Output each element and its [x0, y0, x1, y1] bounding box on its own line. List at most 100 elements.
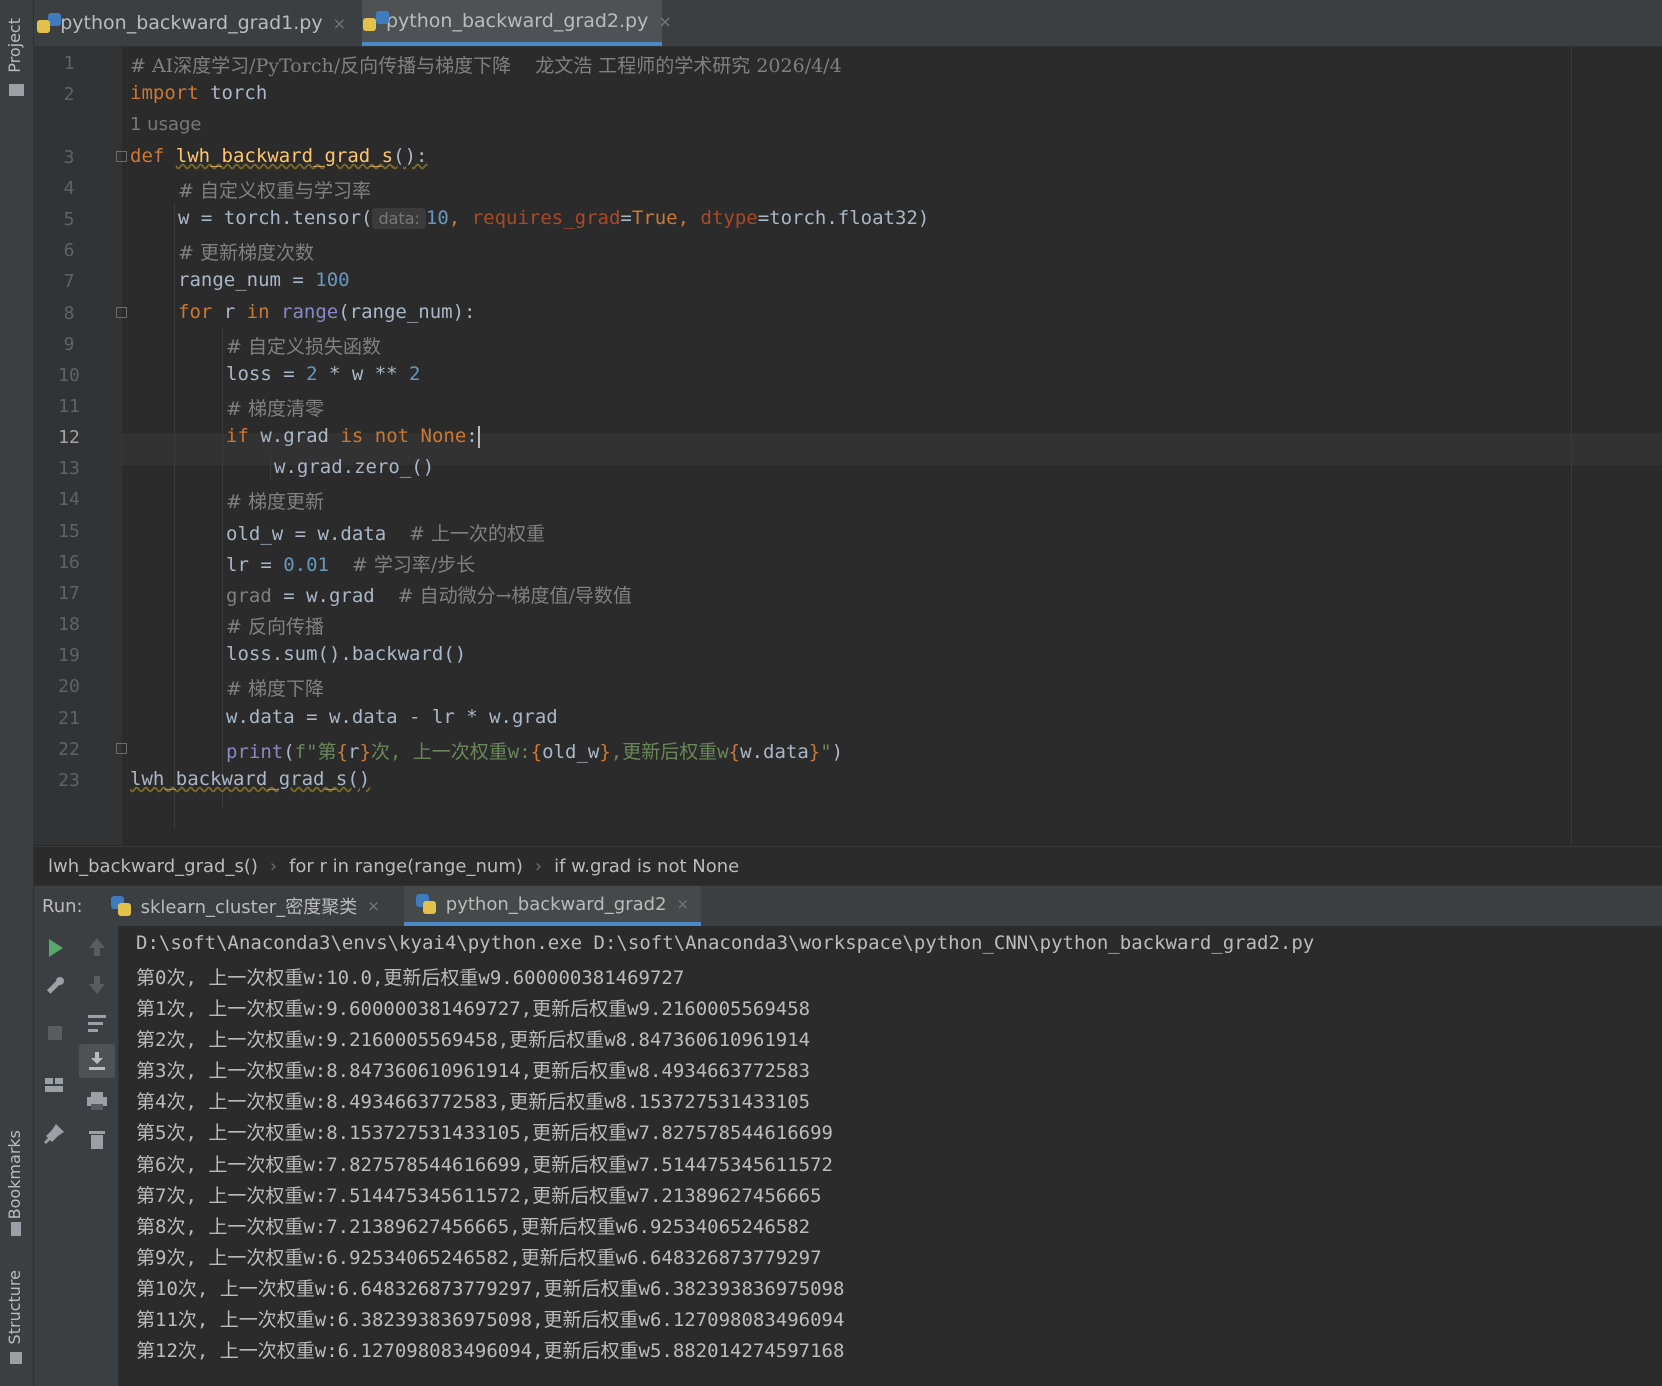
editor-tab-bar: python_backward_grad1.py × python_backwa…: [34, 0, 1662, 47]
code-text: w = torch.tensor(: [178, 207, 373, 229]
punct: ,: [448, 207, 472, 229]
breadcrumb-item[interactable]: lwh_backward_grad_s(): [48, 856, 258, 877]
folder-icon[interactable]: [9, 84, 24, 96]
comment: # 自动微分→梯度值/导数值: [397, 585, 632, 607]
line-number: 19: [58, 645, 80, 666]
line-number: 5: [63, 209, 75, 230]
breadcrumb-item[interactable]: for r in range(range_num): [289, 856, 523, 877]
code-line-12: if w.grad is not None:: [226, 425, 480, 448]
code-line-15: old_w = w.data # 上一次的权重: [226, 519, 545, 546]
line-number: 21: [58, 708, 80, 729]
console-line: 第7次, 上一次权重w:7.514475345611572,更新后权重w7.21…: [136, 1185, 822, 1207]
bookmarks-tool-button[interactable]: Bookmarks: [5, 1130, 24, 1219]
string: 次, 上一次权重w:: [370, 741, 531, 763]
code-editor[interactable]: # AI深度学习/PyTorch/反向传播与梯度下降 龙文浩 工程师的学术研究 …: [116, 47, 1662, 845]
console-line: 第3次, 上一次权重w:8.847360610961914,更新后权重w8.49…: [136, 1060, 811, 1082]
code-text: * w **: [317, 363, 410, 385]
run-tab-python-backward-grad2[interactable]: python_backward_grad2 ×: [403, 886, 702, 926]
fold-marker[interactable]: [116, 151, 127, 162]
close-tab-icon[interactable]: ×: [333, 14, 346, 33]
close-run-tab-icon[interactable]: ×: [677, 895, 690, 913]
line-number-gutter[interactable]: 1 2 3 4 5 6 7 8 9 10 11 12 13 14 15 16 1…: [34, 47, 155, 845]
keyword: in: [246, 301, 270, 323]
close-tab-icon[interactable]: ×: [658, 12, 671, 31]
run-tab-sklearn-cluster[interactable]: sklearn_cluster_密度聚类 ×: [99, 886, 392, 926]
line-number: 1: [63, 53, 75, 74]
python-file-icon: [35, 13, 63, 33]
number: 0.01: [283, 554, 329, 576]
fold-marker[interactable]: [116, 743, 127, 754]
structure-tool-button[interactable]: Structure: [5, 1270, 24, 1344]
param-name: dtype: [700, 207, 758, 229]
project-tool-button[interactable]: Project: [5, 18, 24, 73]
code-line-5: w = torch.tensor(data: 10, requires_grad=…: [178, 207, 929, 229]
keyword: def: [130, 145, 165, 167]
builtin: range: [281, 301, 339, 323]
code-text: =torch.float32): [757, 207, 930, 229]
number: 2: [306, 363, 318, 385]
number: 100: [315, 269, 350, 291]
text-caret: [477, 425, 480, 448]
brace: {: [336, 741, 348, 763]
code-text: w.grad: [248, 425, 341, 447]
code-text: r: [348, 741, 360, 763]
breadcrumb-item[interactable]: if w.grad is not None: [554, 856, 739, 877]
close-run-tab-icon[interactable]: ×: [367, 897, 380, 915]
parameter-hint: data:: [372, 208, 426, 229]
code-text: =: [620, 207, 632, 229]
indent-guide: [222, 329, 223, 807]
code-text: ():: [393, 145, 428, 167]
tab-python-backward-grad1[interactable]: python_backward_grad1.py ×: [34, 0, 346, 46]
down-arrow-icon[interactable]: [76, 972, 118, 998]
line-number: 17: [58, 583, 80, 604]
line-number: 15: [58, 521, 80, 542]
brace: {: [530, 741, 543, 763]
python-run-icon: [415, 894, 436, 914]
soft-wrap-icon[interactable]: [76, 1010, 118, 1036]
structure-icon[interactable]: [10, 1352, 22, 1364]
stop-icon[interactable]: [34, 1022, 76, 1046]
print-icon[interactable]: [76, 1088, 118, 1114]
console-line: 第11次, 上一次权重w:6.382393836975098,更新后权重w6.1…: [136, 1309, 845, 1331]
line-number: 13: [58, 458, 80, 479]
code-line-6: # 更新梯度次数: [178, 242, 314, 264]
up-arrow-icon[interactable]: [76, 934, 118, 960]
code-line-3: def lwh_backward_grad_s():: [130, 145, 427, 167]
line-number: 6: [63, 240, 75, 261]
code-line-14: # 梯度更新: [226, 491, 324, 513]
trash-icon[interactable]: [76, 1126, 118, 1152]
tab-python-backward-grad2[interactable]: python_backward_grad2.py ×: [362, 0, 672, 46]
code-text: loss =: [226, 363, 307, 385]
code-text: (range_num):: [338, 301, 476, 323]
comment: # 学习率/步长: [351, 554, 476, 576]
pin-icon[interactable]: [34, 1122, 76, 1146]
comment: # 上一次的权重: [409, 523, 545, 545]
tab-label: python_backward_grad2.py: [386, 10, 649, 32]
fold-marker[interactable]: [116, 307, 127, 318]
usage-hint[interactable]: 1 usage: [130, 114, 202, 135]
line-number: 23: [58, 770, 80, 791]
console-line: 第1次, 上一次权重w:9.600000381469727,更新后权重w9.21…: [136, 998, 811, 1020]
code-line-8: for r in range(range_num):: [178, 301, 475, 323]
code-text: :: [466, 425, 478, 447]
code-line-7: range_num = 100: [178, 269, 350, 291]
console-line: 第5次, 上一次权重w:8.153727531433105,更新后权重w7.82…: [136, 1122, 833, 1144]
code-text: r: [212, 301, 247, 323]
scroll-to-end-icon[interactable]: [76, 1048, 118, 1074]
console-line: 第8次, 上一次权重w:7.21389627456665,更新后权重w6.925…: [136, 1216, 811, 1238]
code-line-10: loss = 2 * w ** 2: [226, 363, 421, 385]
code-line-11: # 梯度清零: [226, 398, 324, 420]
number: 2: [409, 363, 421, 385]
bookmark-icon[interactable]: [11, 1222, 21, 1236]
code-line-17: grad = w.grad # 自动微分→梯度值/导数值: [226, 581, 632, 608]
breadcrumb-separator: ›: [534, 855, 543, 877]
wrench-icon[interactable]: [34, 974, 76, 998]
code-line-21: w.data = w.data - lr * w.grad: [226, 706, 558, 728]
run-console[interactable]: D:\soft\Anaconda3\envs\kyai4\python.exe …: [119, 926, 1662, 1386]
python-run-icon: [110, 896, 131, 916]
left-tool-strip: Project Bookmarks Structure: [0, 0, 34, 1386]
line-number: 4: [63, 178, 75, 199]
run-icon[interactable]: [34, 936, 76, 960]
layout-icon[interactable]: [34, 1074, 76, 1098]
